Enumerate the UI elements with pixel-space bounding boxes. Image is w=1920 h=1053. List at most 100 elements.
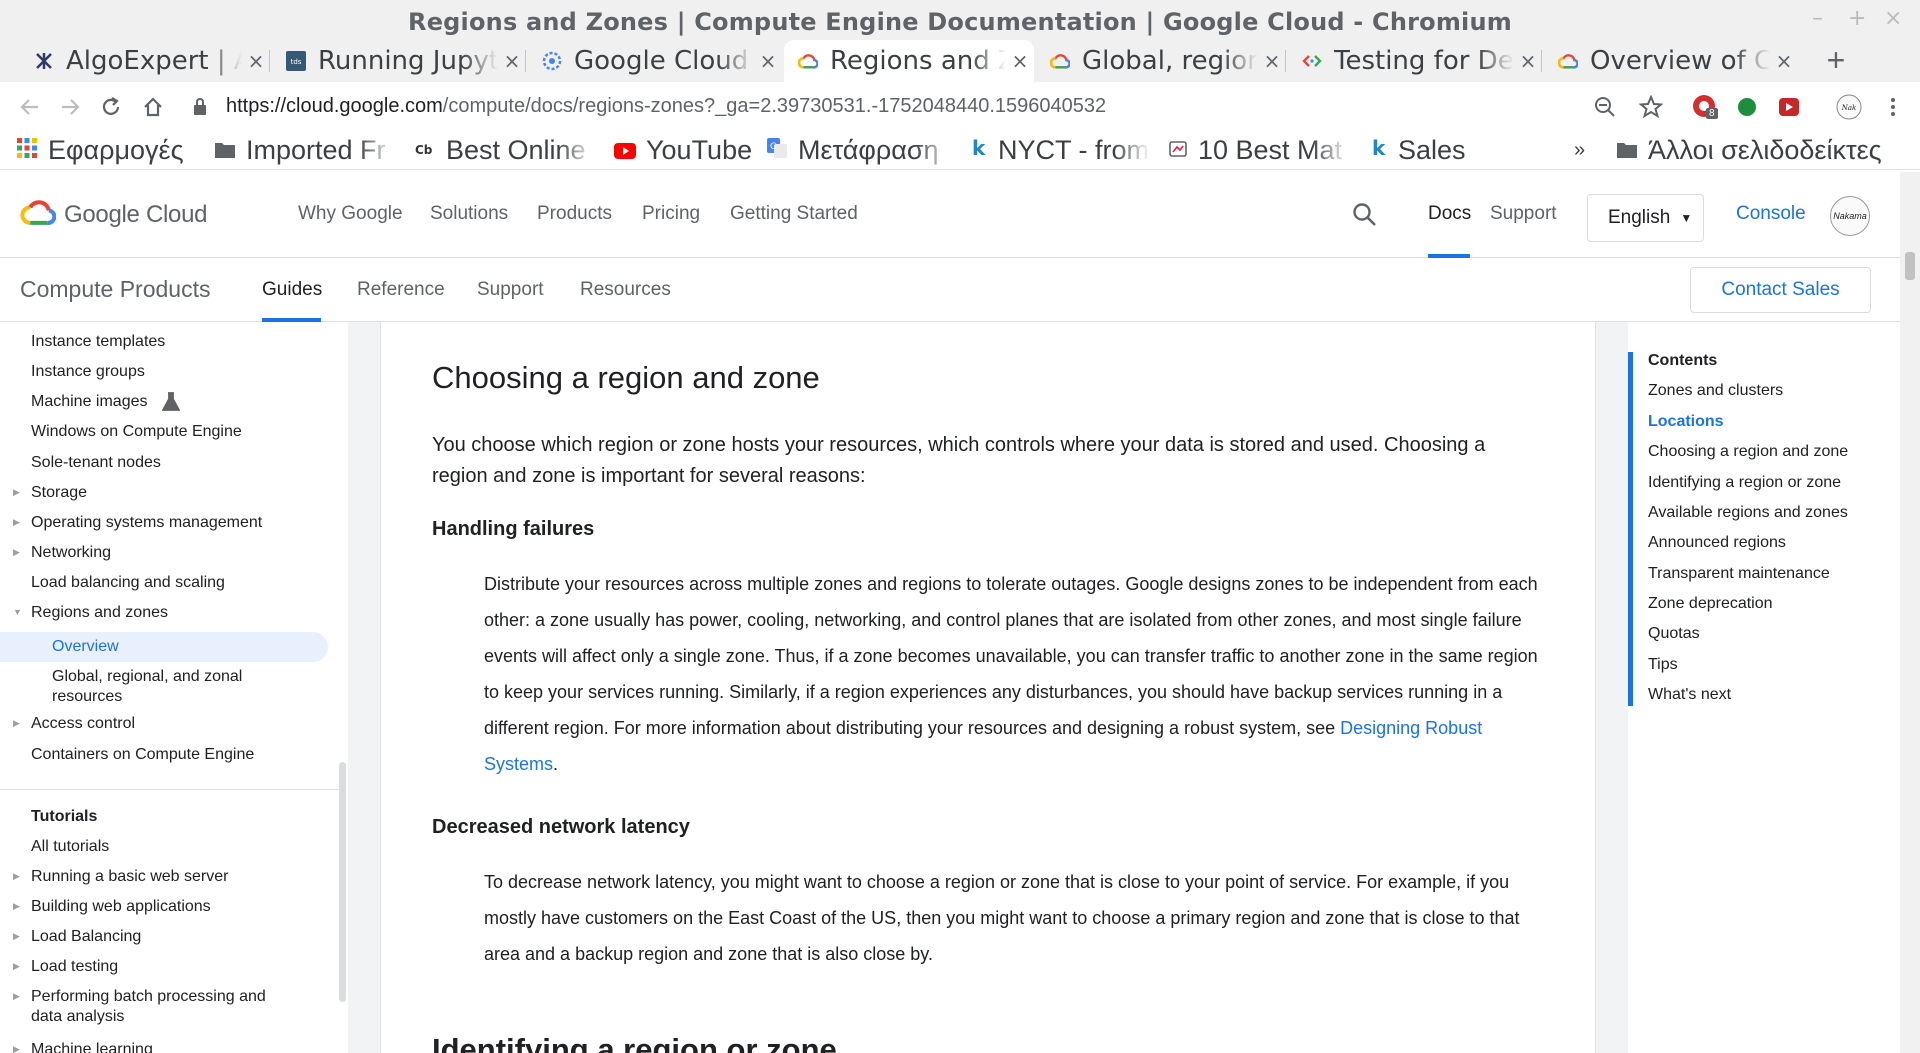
page-scrollbar-thumb[interactable] (1905, 252, 1915, 280)
product-title[interactable]: Compute Products (20, 276, 210, 303)
nav-item-regions-zones[interactable]: Regions and zones (31, 603, 331, 623)
toc-item-zones-clusters[interactable]: Zones and clusters (1648, 382, 1783, 400)
expand-arrow-icon[interactable]: ▶ (13, 961, 20, 972)
tab-regions-and-zones[interactable]: Regions and Z × (784, 40, 1034, 82)
bookmark-apps[interactable]: Εφαρμογές (16, 132, 184, 168)
nav-item-machine-learning[interactable]: Machine learning (31, 1040, 331, 1053)
tab-google-cloud[interactable]: Google Cloud × (528, 40, 782, 82)
toc-item-deprecation[interactable]: Zone deprecation (1648, 595, 1773, 613)
nav-item-overview[interactable]: Overview (52, 637, 348, 657)
toc-item-announced[interactable]: Announced regions (1648, 534, 1786, 552)
nav-item-storage[interactable]: Storage (31, 483, 331, 503)
bookmark-sales[interactable]: k Sales (1370, 132, 1466, 168)
close-icon[interactable]: × (1770, 49, 1798, 73)
nav-item-instance-templates[interactable]: Instance templates (31, 332, 331, 352)
extension-video-icon[interactable] (1776, 94, 1802, 120)
tab-global-regional[interactable]: Global, region × (1036, 40, 1286, 82)
bookmark-star-icon[interactable] (1638, 94, 1664, 120)
nav-item-web-apps[interactable]: Building web applications (31, 897, 331, 917)
new-tab-button[interactable]: + (1816, 40, 1856, 82)
nav-item-access-control[interactable]: Access control (31, 714, 331, 734)
nav-item-machine-images[interactable]: Machine images (31, 392, 148, 412)
nav-item-load-testing[interactable]: Load testing (31, 957, 331, 977)
nav-item-instance-groups[interactable]: Instance groups (31, 362, 331, 382)
nav-item-networking[interactable]: Networking (31, 543, 331, 563)
bookmarks-overflow-button[interactable]: » (1574, 132, 1585, 168)
zoom-out-icon[interactable] (1592, 94, 1618, 120)
collapse-arrow-icon[interactable]: ▼ (13, 607, 22, 617)
tab-reference[interactable]: Reference (357, 279, 445, 301)
nav-products[interactable]: Products (537, 203, 612, 225)
toc-item-choosing[interactable]: Choosing a region and zone (1648, 443, 1848, 461)
bookmark-imported[interactable]: Imported Fr (214, 132, 394, 168)
tab-running-jupyter[interactable]: tds Running Jupyt × (272, 40, 526, 82)
search-icon[interactable] (1352, 202, 1378, 234)
toc-item-whats-next[interactable]: What's next (1648, 686, 1731, 704)
nav-item-global-regional-zonal[interactable]: Global, regional, and zonal resources (52, 667, 282, 707)
toc-item-available[interactable]: Available regions and zones (1648, 504, 1848, 522)
expand-arrow-icon[interactable]: ▶ (13, 547, 20, 558)
nav-item-basic-web-server[interactable]: Running a basic web server (31, 867, 331, 887)
reload-icon[interactable] (96, 92, 126, 122)
tab-overview[interactable]: Overview of C × (1544, 40, 1798, 82)
maximize-button[interactable]: + (1848, 6, 1866, 31)
profile-avatar-icon[interactable]: Nak (1836, 94, 1862, 120)
home-icon[interactable] (138, 92, 168, 122)
bookmark-other[interactable]: Άλλοι σελιδοδείκτες (1616, 132, 1882, 168)
lock-icon[interactable] (190, 96, 210, 118)
nav-item-os-management[interactable]: Operating systems management (31, 513, 331, 533)
bookmark-nyct[interactable]: k NYCT - from (970, 132, 1150, 168)
toc-item-maintenance[interactable]: Transparent maintenance (1648, 565, 1830, 583)
close-icon[interactable]: × (1006, 49, 1034, 73)
nav-docs[interactable]: Docs (1428, 203, 1471, 225)
extension-lastpass-icon[interactable]: 8 (1692, 94, 1718, 120)
close-icon[interactable]: × (754, 49, 782, 73)
nav-item-windows[interactable]: Windows on Compute Engine (31, 422, 331, 442)
close-icon[interactable]: × (1514, 49, 1542, 73)
toc-item-locations[interactable]: Locations (1648, 413, 1724, 431)
extension-green-icon[interactable] (1734, 94, 1760, 120)
back-icon[interactable] (14, 92, 44, 122)
forward-icon[interactable] (56, 92, 86, 122)
nav-scrollbar[interactable] (339, 762, 346, 1002)
expand-arrow-icon[interactable]: ▶ (13, 991, 20, 1002)
contact-sales-button[interactable]: Contact Sales (1690, 267, 1871, 313)
nav-item-load-balancing[interactable]: Load Balancing (31, 927, 331, 947)
nav-item-load-balancing-scaling[interactable]: Load balancing and scaling (31, 573, 331, 593)
bookmark-youtube[interactable]: YouTube (614, 132, 752, 168)
google-cloud-logo[interactable]: Google Cloud (20, 198, 207, 231)
nav-why-google[interactable]: Why Google (298, 203, 403, 225)
avatar[interactable]: Nakama (1830, 196, 1870, 236)
nav-item-all-tutorials[interactable]: All tutorials (31, 837, 331, 857)
nav-solutions[interactable]: Solutions (430, 203, 508, 225)
toc-item-tips[interactable]: Tips (1648, 656, 1678, 674)
bookmark-best-online[interactable]: Cb Best Online (414, 132, 594, 168)
expand-arrow-icon[interactable]: ▶ (13, 517, 20, 528)
expand-arrow-icon[interactable]: ▶ (13, 487, 20, 498)
menu-icon[interactable] (1880, 94, 1906, 120)
nav-item-containers[interactable]: Containers on Compute Engine (31, 745, 331, 765)
minimize-button[interactable]: – (1812, 6, 1823, 31)
close-icon[interactable]: × (1258, 49, 1286, 73)
nav-pricing[interactable]: Pricing (642, 203, 700, 225)
address-bar[interactable]: https://cloud.google.com/compute/docs/re… (226, 86, 1106, 126)
expand-arrow-icon[interactable]: ▶ (13, 1044, 20, 1053)
nav-item-batch-processing[interactable]: Performing batch processing and data ana… (31, 987, 301, 1027)
nav-item-sole-tenant[interactable]: Sole-tenant nodes (31, 453, 331, 473)
nav-support[interactable]: Support (1490, 203, 1557, 225)
bookmark-10-best[interactable]: 10 Best Mat (1168, 132, 1348, 168)
expand-arrow-icon[interactable]: ▶ (13, 718, 20, 729)
close-icon[interactable]: × (242, 49, 270, 73)
tab-guides[interactable]: Guides (262, 279, 322, 301)
toc-item-identifying[interactable]: Identifying a region or zone (1648, 474, 1841, 492)
toc-item-quotas[interactable]: Quotas (1648, 625, 1700, 643)
console-link[interactable]: Console (1736, 203, 1806, 225)
nav-getting-started[interactable]: Getting Started (730, 203, 858, 225)
close-window-button[interactable]: × (1884, 6, 1902, 31)
language-select[interactable]: English ▼ (1587, 194, 1704, 242)
expand-arrow-icon[interactable]: ▶ (13, 871, 20, 882)
expand-arrow-icon[interactable]: ▶ (13, 901, 20, 912)
bookmark-translate[interactable]: G Μετάφραση (766, 132, 952, 168)
page-scrollbar[interactable] (1900, 172, 1920, 1053)
tab-testing[interactable]: Testing for De × (1288, 40, 1542, 82)
